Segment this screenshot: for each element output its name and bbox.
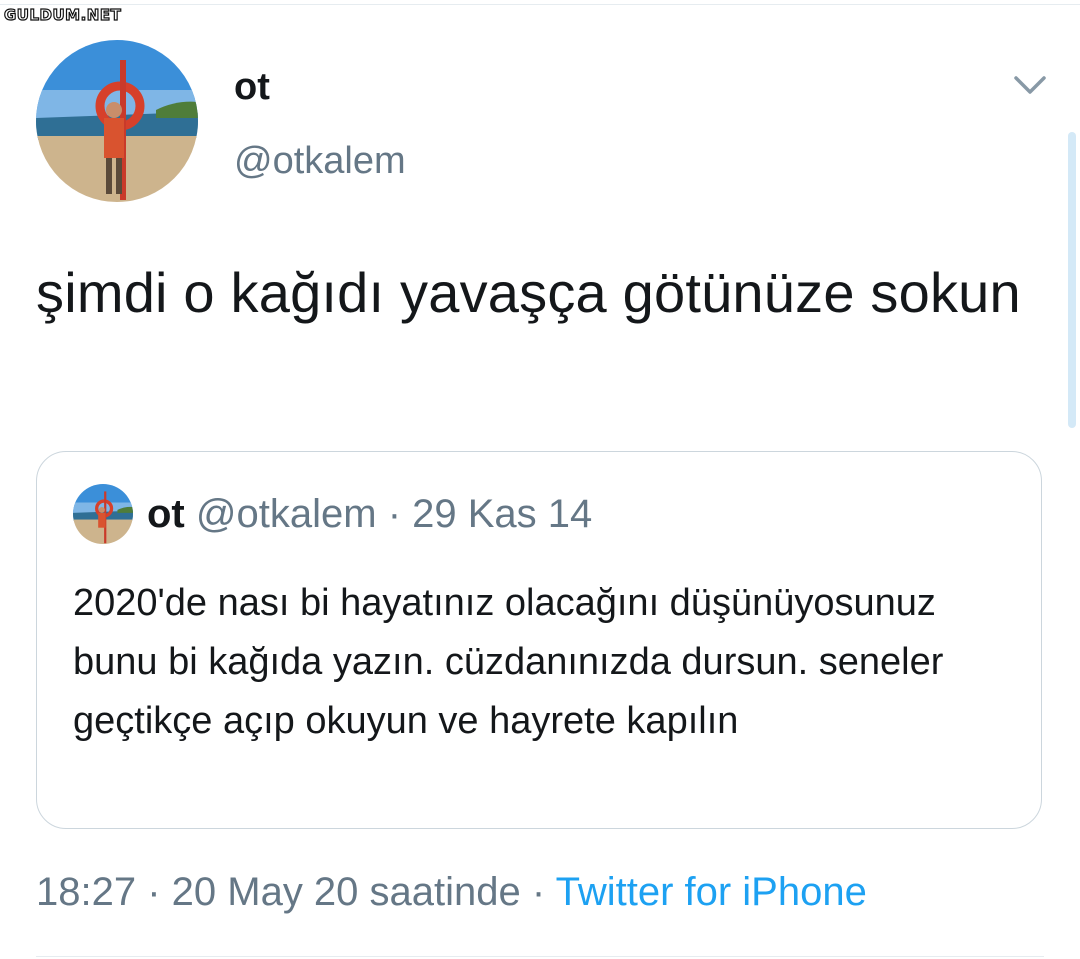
avatar[interactable] xyxy=(36,40,198,202)
display-name[interactable]: ot xyxy=(234,66,270,109)
quoted-text: 2020'de nası bi hayatınız olacağını düşü… xyxy=(73,582,944,742)
bottom-divider xyxy=(36,956,1044,957)
tweet-text: şimdi o kağıdı yavaşça götünüze sokun xyxy=(36,261,1021,324)
tweet-timestamp: 18:27 · 20 May 20 saatinde · xyxy=(36,870,546,914)
watermark: GULDUM.NET xyxy=(3,5,122,24)
quoted-display-name[interactable]: ot xyxy=(147,492,185,536)
quoted-header: ot @otkalem · 29 Kas 14 xyxy=(147,492,592,537)
quoted-date: · 29 Kas 14 xyxy=(387,492,593,536)
quoted-avatar[interactable] xyxy=(73,484,133,544)
quoted-handle[interactable]: @otkalem xyxy=(196,492,377,536)
tweet-footer: 18:27 · 20 May 20 saatinde · Twitter for… xyxy=(36,870,867,915)
quoted-tweet[interactable]: ot @otkalem · 29 Kas 14 2020'de nası bi … xyxy=(36,451,1042,829)
user-handle[interactable]: @otkalem xyxy=(234,140,406,183)
scrollbar[interactable] xyxy=(1068,132,1076,428)
tweet-source-link[interactable]: Twitter for iPhone xyxy=(556,870,867,914)
chevron-down-icon[interactable] xyxy=(1010,70,1050,100)
top-divider xyxy=(0,4,1080,5)
